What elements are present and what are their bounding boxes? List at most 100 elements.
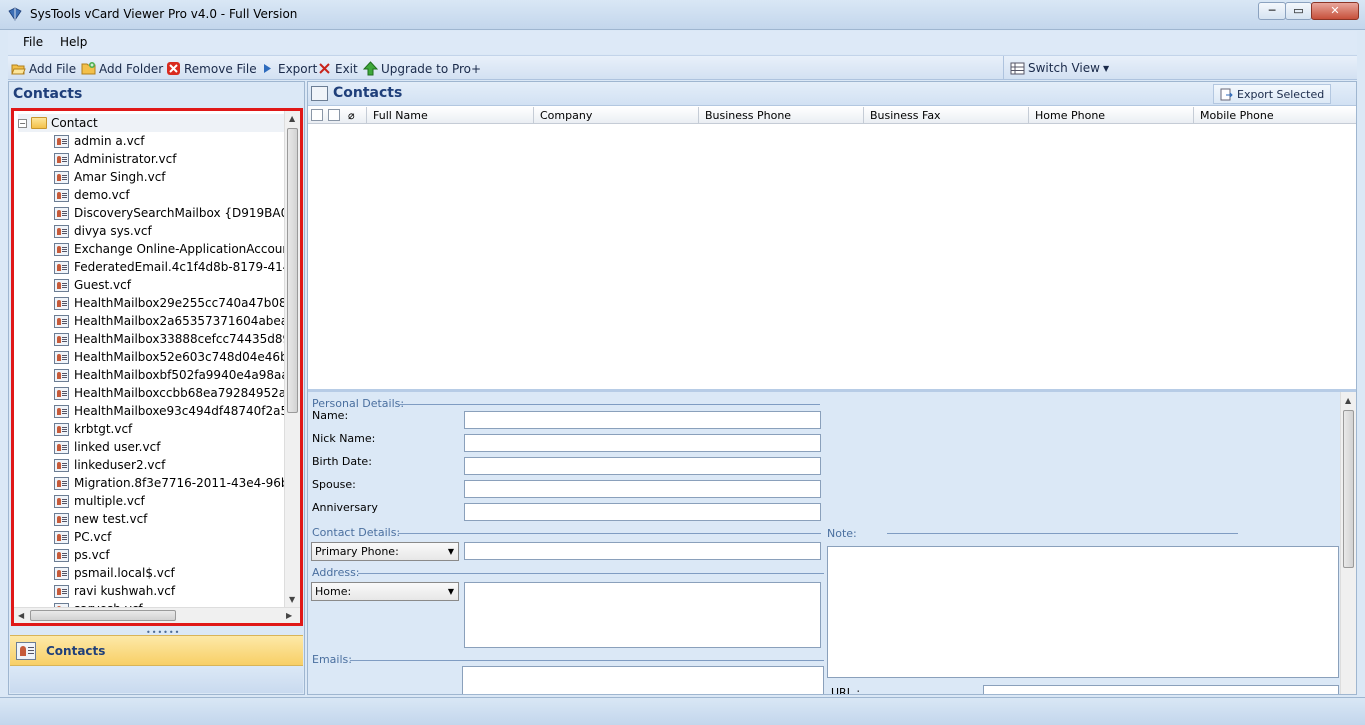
tree-item-label: new test.vcf (74, 512, 148, 526)
tree-item-file[interactable]: Administrator.vcf (54, 150, 286, 168)
select-all-checkbox[interactable] (311, 109, 323, 121)
vcard-file-icon (54, 314, 69, 328)
maximize-button[interactable]: ▭ (1285, 2, 1312, 20)
address-type-select[interactable]: Home: ▼ (311, 582, 459, 601)
tree-item-label: HealthMailbox33888cefcc74435d893c19c (74, 332, 286, 346)
exit-button[interactable]: Exit (317, 60, 358, 77)
remove-file-button[interactable]: Remove File (166, 60, 257, 77)
vcard-file-icon (54, 206, 69, 220)
address-field[interactable] (464, 582, 821, 648)
tree-item-file[interactable]: linkeduser2.vcf (54, 456, 286, 474)
upgrade-arrow-icon (363, 61, 378, 76)
tree-item-file[interactable]: Migration.8f3e7716-2011-43e4-96b1-aba (54, 474, 286, 492)
column-mobile-phone[interactable]: Mobile Phone (1193, 107, 1356, 124)
section-divider (350, 660, 824, 661)
export-selected-button[interactable]: Export Selected (1213, 84, 1332, 104)
contact-details-heading: Contact Details: (312, 526, 401, 539)
tree-item-file[interactable]: multiple.vcf (54, 492, 286, 510)
scroll-left-icon[interactable]: ◀ (18, 611, 24, 620)
tree-item-file[interactable]: demo.vcf (54, 186, 286, 204)
nav-footer (10, 667, 303, 693)
tree-item-file[interactable]: HealthMailbox52e603c748d04e46ba432e (54, 348, 286, 366)
contacts-grid[interactable] (308, 125, 1356, 387)
url-field[interactable] (983, 685, 1339, 694)
phone-number-field[interactable] (464, 542, 821, 560)
scroll-right-icon[interactable]: ▶ (286, 611, 292, 620)
spouse-field[interactable] (464, 480, 821, 498)
attachment-icon: ⌀ (348, 109, 355, 122)
vcard-file-icon (54, 530, 69, 544)
menu-file[interactable]: File (23, 35, 43, 49)
tree-item-file[interactable]: ps.vcf (54, 546, 286, 564)
tree-vertical-scrollbar[interactable]: ▲ ▼ (284, 111, 300, 607)
add-folder-button[interactable]: Add Folder (81, 60, 163, 77)
tree-item-file[interactable]: FederatedEmail.4c1f4d8b-8179-4148-93b (54, 258, 286, 276)
tree-item-file[interactable]: HealthMailbox2a65357371604abea84a71 (54, 312, 286, 330)
column-home-phone[interactable]: Home Phone (1028, 107, 1194, 124)
tree-item-file[interactable]: krbtgt.vcf (54, 420, 286, 438)
tree-item-file[interactable]: divya sys.vcf (54, 222, 286, 240)
tree-item-file[interactable]: HealthMailbox33888cefcc74435d893c19c (54, 330, 286, 348)
emails-field[interactable] (462, 666, 824, 694)
chevron-down-icon: ▼ (1102, 63, 1110, 73)
column-company[interactable]: Company (533, 107, 699, 124)
switch-view-button[interactable]: Switch View ▼ (1003, 56, 1109, 80)
tree-item-file[interactable]: HealthMailboxccbb68ea79284952a859ee (54, 384, 286, 402)
tree-item-label: psmail.local$.vcf (74, 566, 175, 580)
column-full-name[interactable]: Full Name (366, 107, 534, 124)
tree-item-label: ps.vcf (74, 548, 110, 562)
tree-item-file[interactable]: HealthMailbox29e255cc740a47b0807c3e (54, 294, 286, 312)
switch-view-label: Switch View (1028, 61, 1100, 75)
scroll-up-icon[interactable]: ▲ (289, 114, 295, 123)
tree-horizontal-thumb[interactable] (30, 610, 176, 621)
vcard-file-icon (54, 584, 69, 598)
nav-contacts[interactable]: Contacts (10, 635, 303, 666)
tree-item-file[interactable]: Amar Singh.vcf (54, 168, 286, 186)
add-file-button[interactable]: Add File (11, 60, 76, 77)
anniversary-field[interactable] (464, 503, 821, 521)
tree-root-contact[interactable]: − Contact (18, 114, 286, 132)
close-button[interactable]: ✕ (1311, 2, 1359, 20)
tree-item-file[interactable]: Guest.vcf (54, 276, 286, 294)
export-arrow-icon (264, 64, 271, 73)
tree-item-file[interactable]: DiscoverySearchMailbox {D919BA05-46A (54, 204, 286, 222)
minimize-button[interactable]: ─ (1258, 2, 1286, 20)
status-bar (0, 697, 1365, 725)
column-business-phone[interactable]: Business Phone (698, 107, 864, 124)
primary-phone-select[interactable]: Primary Phone: ▼ (311, 542, 459, 561)
tree-item-label: linkeduser2.vcf (74, 458, 166, 472)
tree-item-file[interactable]: psmail.local$.vcf (54, 564, 286, 582)
tree-horizontal-scrollbar[interactable]: ◀ ▶ (14, 607, 300, 623)
note-field[interactable] (827, 546, 1339, 678)
details-vertical-thumb[interactable] (1343, 410, 1354, 568)
scroll-down-icon[interactable]: ▼ (289, 595, 295, 604)
upgrade-button[interactable]: Upgrade to Pro+ (363, 60, 481, 77)
birth-date-field[interactable] (464, 457, 821, 475)
tree-item-file[interactable]: linked user.vcf (54, 438, 286, 456)
tree-item-file[interactable]: Exchange Online-ApplicationAccount.vc (54, 240, 286, 258)
nick-name-field[interactable] (464, 434, 821, 452)
vcard-file-icon (54, 440, 69, 454)
collapse-icon[interactable]: − (18, 118, 27, 128)
tree-item-file[interactable]: HealthMailboxe93c494df48740f2a5caa94 (54, 402, 286, 420)
tree-item-file[interactable]: HealthMailboxbf502fa9940e4a98aa0f308 (54, 366, 286, 384)
name-field[interactable] (464, 411, 821, 429)
toolbar: Add File Add Folder Remove File Export E… (8, 55, 1357, 80)
primary-phone-value: Primary Phone: (315, 545, 399, 558)
contact-tree: − Contact admin a.vcf Administrator.vcf Am… (11, 108, 303, 626)
menu-help[interactable]: Help (60, 35, 87, 49)
tree-item-file[interactable]: ravi kushwah.vcf (54, 582, 286, 600)
tree-item-label: linked user.vcf (74, 440, 161, 454)
details-vertical-scrollbar[interactable]: ▲ (1340, 392, 1356, 694)
menu-bar: File Help (8, 31, 1357, 54)
tree-item-file[interactable]: admin a.vcf (54, 132, 286, 150)
export-button[interactable]: Export (260, 60, 317, 77)
scroll-up-icon[interactable]: ▲ (1345, 396, 1351, 405)
tree-item-file[interactable]: PC.vcf (54, 528, 286, 546)
tree-item-label: admin a.vcf (74, 134, 145, 148)
tree-item-file[interactable]: sarvesh.vcf (54, 600, 286, 607)
tree-item-file[interactable]: new test.vcf (54, 510, 286, 528)
column-business-fax[interactable]: Business Fax (863, 107, 1029, 124)
vcard-file-icon (54, 386, 69, 400)
tree-vertical-thumb[interactable] (287, 128, 298, 413)
